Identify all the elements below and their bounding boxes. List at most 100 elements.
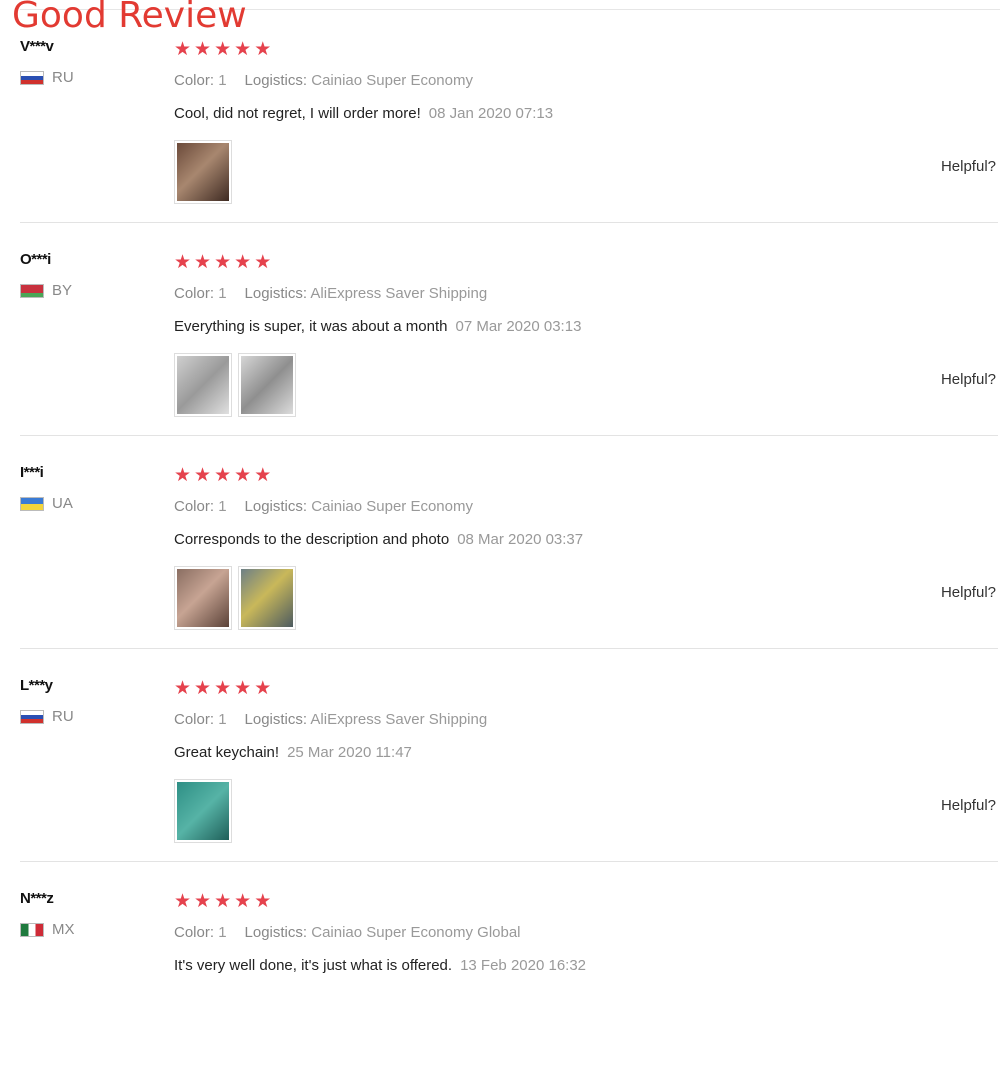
color-label: Color: bbox=[174, 711, 215, 728]
star-icon: ★ bbox=[174, 465, 192, 486]
review-photo[interactable] bbox=[238, 566, 296, 630]
logistics-value: Cainiao Super Economy Global bbox=[311, 924, 521, 941]
review-date: 07 Mar 2020 03:13 bbox=[455, 318, 582, 335]
review-photo[interactable] bbox=[174, 566, 232, 630]
star-icon: ★ bbox=[174, 252, 192, 273]
reviewer-name: L***y bbox=[20, 677, 53, 694]
reviewer-country: MX bbox=[20, 921, 75, 938]
star-rating: ★ ★ ★ ★ ★ bbox=[174, 40, 271, 60]
ukraine-flag-icon bbox=[20, 496, 44, 511]
logistics-label: Logistics: bbox=[244, 924, 308, 941]
color-value: 1 bbox=[218, 924, 227, 941]
review-text: Everything is super, it was about a mont… bbox=[174, 318, 448, 335]
overlay-title: Good Review bbox=[12, 0, 247, 36]
color-value: 1 bbox=[218, 285, 227, 302]
reviewer-name: I***i bbox=[20, 464, 44, 481]
star-icon: ★ bbox=[194, 39, 212, 60]
review-date: 08 Jan 2020 07:13 bbox=[428, 105, 554, 122]
star-icon: ★ bbox=[234, 252, 252, 273]
review-text-line: It's very well done, it's just what is o… bbox=[174, 957, 586, 974]
reviewer-country: RU bbox=[20, 708, 74, 725]
star-icon: ★ bbox=[254, 39, 272, 60]
color-label: Color: bbox=[174, 285, 215, 302]
review-meta: Color: 1 Logistics: Cainiao Super Economy bbox=[174, 498, 473, 515]
reviewer-country: UA bbox=[20, 495, 73, 512]
star-icon: ★ bbox=[254, 252, 272, 273]
country-code: RU bbox=[52, 708, 74, 725]
star-icon: ★ bbox=[214, 678, 232, 699]
review-meta: Color: 1 Logistics: AliExpress Saver Ship… bbox=[174, 711, 487, 728]
color-label: Color: bbox=[174, 72, 215, 89]
color-label: Color: bbox=[174, 924, 215, 941]
color-label: Color: bbox=[174, 498, 215, 515]
review-item: I***i UA ★ ★ ★ ★ ★ Color: 1 Logistics: Cainiao S… bbox=[0, 436, 1000, 649]
helpful-button[interactable]: Helpful? bbox=[941, 584, 996, 601]
star-icon: ★ bbox=[214, 465, 232, 486]
review-text-line: Cool, did not regret, I will order more!… bbox=[174, 105, 553, 122]
review-photos bbox=[174, 779, 232, 843]
review-photo[interactable] bbox=[238, 353, 296, 417]
star-icon: ★ bbox=[174, 891, 192, 912]
star-icon: ★ bbox=[194, 678, 212, 699]
color-value: 1 bbox=[218, 711, 227, 728]
russia-flag-icon bbox=[20, 70, 44, 85]
review-photo[interactable] bbox=[174, 353, 232, 417]
star-icon: ★ bbox=[254, 465, 272, 486]
review-text: It's very well done, it's just what is o… bbox=[174, 957, 453, 974]
star-icon: ★ bbox=[174, 39, 192, 60]
logistics-label: Logistics: bbox=[244, 711, 308, 728]
review-meta: Color: 1 Logistics: AliExpress Saver Ship… bbox=[174, 285, 487, 302]
review-date: 25 Mar 2020 11:47 bbox=[287, 744, 412, 761]
logistics-value: AliExpress Saver Shipping bbox=[310, 711, 488, 728]
review-item: L***y RU ★ ★ ★ ★ ★ Color: 1 Logistics: AliExpres… bbox=[0, 649, 1000, 862]
star-icon: ★ bbox=[234, 891, 252, 912]
star-icon: ★ bbox=[214, 891, 232, 912]
reviewer-name: N***z bbox=[20, 890, 54, 907]
review-item: N***z MX ★ ★ ★ ★ ★ Color: 1 Logistics: Cainiao S… bbox=[0, 862, 1000, 1075]
mexico-flag-icon bbox=[20, 922, 44, 937]
star-rating: ★ ★ ★ ★ ★ bbox=[174, 679, 271, 699]
star-icon: ★ bbox=[214, 39, 232, 60]
star-icon: ★ bbox=[214, 252, 232, 273]
review-meta: Color: 1 Logistics: Cainiao Super Economy… bbox=[174, 924, 521, 941]
review-text-line: Everything is super, it was about a mont… bbox=[174, 318, 581, 335]
star-icon: ★ bbox=[194, 891, 212, 912]
helpful-button[interactable]: Helpful? bbox=[941, 158, 996, 175]
review-text: Great keychain! bbox=[174, 744, 280, 761]
logistics-value: AliExpress Saver Shipping bbox=[310, 285, 488, 302]
review-photo[interactable] bbox=[174, 140, 232, 204]
review-photo[interactable] bbox=[174, 779, 232, 843]
review-item: O***i BY ★ ★ ★ ★ ★ Color: 1 Logistics: AliExpres… bbox=[0, 223, 1000, 436]
star-icon: ★ bbox=[174, 678, 192, 699]
logistics-label: Logistics: bbox=[244, 285, 308, 302]
review-text-line: Great keychain! 25 Mar 2020 11:47 bbox=[174, 744, 412, 761]
review-text-line: Corresponds to the description and photo… bbox=[174, 531, 583, 548]
review-photos bbox=[174, 140, 232, 204]
review-text: Cool, did not regret, I will order more! bbox=[174, 105, 421, 122]
logistics-value: Cainiao Super Economy bbox=[311, 498, 473, 515]
star-icon: ★ bbox=[254, 678, 272, 699]
review-meta: Color: 1 Logistics: Cainiao Super Economy bbox=[174, 72, 473, 89]
country-code: RU bbox=[52, 69, 74, 86]
belarus-flag-icon bbox=[20, 283, 44, 298]
country-code: UA bbox=[52, 495, 73, 512]
review-photos bbox=[174, 353, 296, 417]
helpful-button[interactable]: Helpful? bbox=[941, 371, 996, 388]
helpful-button[interactable]: Helpful? bbox=[941, 797, 996, 814]
logistics-label: Logistics: bbox=[244, 498, 308, 515]
reviewer-name: V***v bbox=[20, 38, 54, 55]
star-rating: ★ ★ ★ ★ ★ bbox=[174, 466, 271, 486]
review-text: Corresponds to the description and photo bbox=[174, 531, 450, 548]
reviewer-country: BY bbox=[20, 282, 72, 299]
star-icon: ★ bbox=[234, 465, 252, 486]
star-icon: ★ bbox=[194, 465, 212, 486]
star-rating: ★ ★ ★ ★ ★ bbox=[174, 253, 271, 273]
star-icon: ★ bbox=[254, 891, 272, 912]
logistics-value: Cainiao Super Economy bbox=[311, 72, 473, 89]
russia-flag-icon bbox=[20, 709, 44, 724]
reviewer-country: RU bbox=[20, 69, 74, 86]
star-icon: ★ bbox=[234, 678, 252, 699]
review-date: 08 Mar 2020 03:37 bbox=[457, 531, 584, 548]
review-date: 13 Feb 2020 16:32 bbox=[460, 957, 587, 974]
color-value: 1 bbox=[218, 498, 227, 515]
